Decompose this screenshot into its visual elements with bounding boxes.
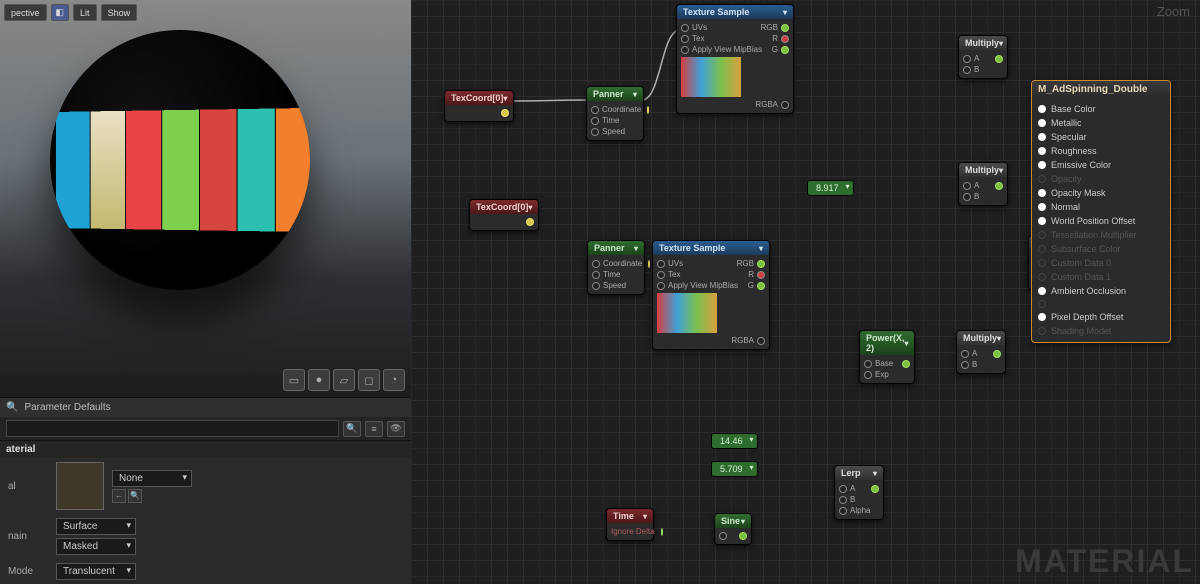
result-pin-shading-model[interactable]: Shading Model [1038, 324, 1164, 338]
node-title: Sine [721, 516, 740, 526]
prop-label-al: al [8, 481, 48, 492]
node-title: Multiply [965, 165, 999, 175]
result-pin-world-position-offset[interactable]: World Position Offset [1038, 214, 1164, 228]
result-pin-emissive-color[interactable]: Emissive Color [1038, 158, 1164, 172]
result-pin-opacity-mask[interactable]: Opacity Mask [1038, 186, 1164, 200]
node-lerp-2[interactable]: Lerp▾ A B Alpha [834, 465, 884, 520]
thumb-browse-button[interactable]: ← [112, 489, 126, 503]
shape-cylinder-button[interactable]: ▭ [283, 369, 305, 391]
node-panner-2[interactable]: Panner▾ Coordinate Time Speed [587, 240, 645, 295]
prop-row-main: nain Surface Masked [0, 514, 411, 559]
result-pin-opacity[interactable]: Opacity [1038, 172, 1164, 186]
perspective-button[interactable]: pective [4, 4, 47, 21]
prop-label-mode: Mode [8, 566, 48, 577]
node-title: Panner [594, 243, 625, 253]
param-defaults-row: 🔍 Parameter Defaults [0, 397, 411, 417]
details-search-row: 🔍 ≡ 👁 [0, 417, 411, 440]
section-material-header[interactable]: aterial [0, 440, 411, 458]
node-const-8917[interactable]: 8.917 [807, 180, 854, 196]
node-sine[interactable]: Sine▾ [714, 513, 752, 545]
main-dropdown-masked[interactable]: Masked [56, 538, 136, 555]
result-title: M_AdSpinning_Double [1032, 81, 1170, 98]
filter-button[interactable]: ≡ [365, 421, 383, 437]
result-pin-custom-data-1[interactable]: Custom Data 1 [1038, 270, 1164, 284]
result-pin-base-color[interactable]: Base Color [1038, 102, 1164, 116]
mode-dropdown[interactable]: Translucent [56, 563, 136, 580]
node-title: Time [613, 511, 634, 521]
node-title: TexCoord[0] [476, 202, 528, 212]
lit-button[interactable]: Lit [73, 4, 97, 21]
texture-preview [657, 293, 717, 333]
node-time[interactable]: Time▾ Ignore Delta [606, 508, 654, 541]
node-const-5709[interactable]: 5.709 [711, 461, 758, 477]
prop-row-al: al None ← 🔍 [0, 458, 411, 514]
preview-shape-bar: ▭ ● ▱ ◻ ◔ [283, 369, 405, 391]
node-material-result[interactable]: M_AdSpinning_Double Base ColorMetallicSp… [1031, 80, 1171, 343]
shape-plane-button[interactable]: ▱ [333, 369, 355, 391]
result-pin-[interactable] [1038, 298, 1164, 310]
prop-row-mode: Mode Translucent [0, 559, 411, 584]
node-texcoord-1[interactable]: TexCoord[0]▾ [444, 90, 514, 122]
node-multiply-2[interactable]: Multiply▾ A B [958, 162, 1008, 206]
result-pin-subsurface-color[interactable]: Subsurface Color [1038, 242, 1164, 256]
result-pin-metallic[interactable]: Metallic [1038, 116, 1164, 130]
show-button[interactable]: Show [101, 4, 138, 21]
node-title: TexCoord[0] [451, 93, 503, 103]
node-texture-sample-1[interactable]: Texture Sample▾ UVsRGB TexR Apply View M… [676, 4, 794, 114]
result-pin-ambient-occlusion[interactable]: Ambient Occlusion [1038, 284, 1164, 298]
result-pin-pixel-depth-offset[interactable]: Pixel Depth Offset [1038, 310, 1164, 324]
shape-teapot-button[interactable]: ◔ [383, 369, 405, 391]
material-graph[interactable]: Zoom MATERIAL [411, 0, 1200, 584]
node-multiply-1[interactable]: Multiply▾ A B [958, 35, 1008, 79]
main-dropdown-surface[interactable]: Surface [56, 518, 136, 535]
texture-preview [681, 57, 741, 97]
node-const-1446[interactable]: 14.46 [711, 433, 758, 449]
shape-sphere-button[interactable]: ● [308, 369, 330, 391]
node-texture-sample-2[interactable]: Texture Sample▾ UVsRGB TexR Apply View M… [652, 240, 770, 350]
preview-sphere [50, 30, 310, 290]
node-texcoord-2[interactable]: TexCoord[0]▾ [469, 199, 539, 231]
node-title: Texture Sample [683, 7, 749, 17]
result-pin-custom-data-0[interactable]: Custom Data 0 [1038, 256, 1164, 270]
result-pin-specular[interactable]: Specular [1038, 130, 1164, 144]
node-power[interactable]: Power(X, 2)▾ Base Exp [859, 330, 915, 384]
node-multiply-3[interactable]: Multiply▾ A B [956, 330, 1006, 374]
material-thumbnail[interactable] [56, 462, 104, 510]
left-panel: pective ◧ Lit Show ▭ ● ▱ ◻ ◔ 🔍 Parame [0, 0, 411, 584]
node-title: Power(X, 2) [866, 333, 905, 353]
node-title: Multiply [965, 38, 999, 48]
result-pin-roughness[interactable]: Roughness [1038, 144, 1164, 158]
node-title: Lerp [841, 468, 861, 478]
search-clear-button[interactable]: 🔍 [343, 421, 361, 437]
shape-cube-button[interactable]: ◻ [358, 369, 380, 391]
node-title: Texture Sample [659, 243, 725, 253]
prop-label-main: nain [8, 531, 48, 542]
viewport-toolbar: pective ◧ Lit Show [4, 4, 137, 21]
details-search-input[interactable] [6, 420, 339, 437]
node-title: Multiply [963, 333, 997, 343]
graph-watermark: MATERIAL [1015, 543, 1194, 580]
node-panner-1[interactable]: Panner▾ Coordinate Time Speed [586, 86, 644, 141]
node-title: Panner [593, 89, 624, 99]
zoom-label: Zoom [1157, 4, 1190, 19]
view-cube-button[interactable]: ◧ [51, 4, 70, 21]
search-icon: 🔍 [6, 402, 18, 413]
thumb-dropdown[interactable]: None [112, 470, 192, 487]
eye-button[interactable]: 👁 [387, 421, 405, 437]
thumb-find-button[interactable]: 🔍 [128, 489, 142, 503]
result-pin-normal[interactable]: Normal [1038, 200, 1164, 214]
result-pin-tessellation-multiplier[interactable]: Tessellation Multiplier [1038, 228, 1164, 242]
param-defaults-label: Parameter Defaults [24, 402, 110, 413]
material-viewport[interactable]: pective ◧ Lit Show ▭ ● ▱ ◻ ◔ [0, 0, 411, 397]
